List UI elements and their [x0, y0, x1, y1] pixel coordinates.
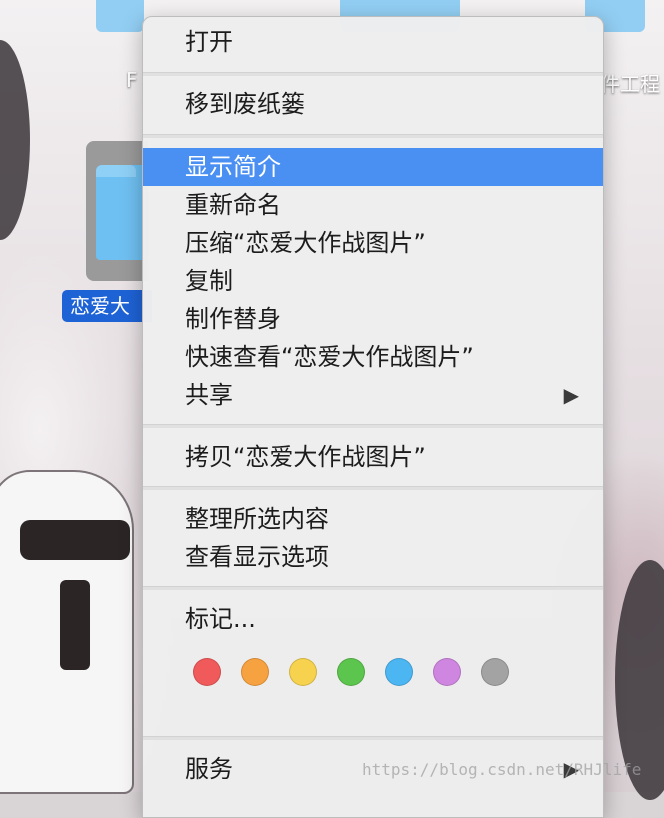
menu-item-compress[interactable]: 压缩“恋爱大作战图片”	[143, 224, 603, 262]
tag-orange[interactable]	[241, 658, 269, 686]
menu-item-share[interactable]: 共享 ▶	[143, 376, 603, 414]
background-art-ribbon-2	[60, 580, 90, 670]
menu-item-label: 标记...	[185, 605, 256, 633]
menu-separator	[143, 424, 603, 428]
menu-item-clean-up-selection[interactable]: 整理所选内容	[143, 500, 603, 538]
menu-item-show-view-options[interactable]: 查看显示选项	[143, 538, 603, 576]
menu-item-label: 查看显示选项	[185, 543, 329, 571]
tag-blue[interactable]	[385, 658, 413, 686]
desktop-folder-label-left: F	[126, 68, 138, 92]
menu-item-label: 快速查看“恋爱大作战图片”	[185, 343, 474, 371]
menu-item-label: 整理所选内容	[185, 505, 329, 533]
menu-item-make-alias[interactable]: 制作替身	[143, 300, 603, 338]
context-menu: 打开 移到废纸篓 显示简介 重新命名 压缩“恋爱大作战图片” 复制 制作替身 快…	[142, 16, 604, 818]
folder-icon[interactable]	[96, 165, 146, 260]
menu-item-quick-look[interactable]: 快速查看“恋爱大作战图片”	[143, 338, 603, 376]
menu-item-duplicate[interactable]: 复制	[143, 262, 603, 300]
menu-item-label: 打开	[185, 28, 233, 56]
tag-red[interactable]	[193, 658, 221, 686]
menu-item-move-to-trash[interactable]: 移到废纸篓	[143, 85, 603, 123]
tag-gray[interactable]	[481, 658, 509, 686]
desktop-folder-top-1[interactable]	[96, 0, 144, 32]
menu-item-label: 共享	[185, 381, 233, 409]
tag-yellow[interactable]	[289, 658, 317, 686]
menu-item-label: 拷贝“恋爱大作战图片”	[185, 443, 426, 471]
menu-separator	[143, 72, 603, 76]
menu-item-label: 复制	[185, 267, 233, 295]
menu-item-open[interactable]: 打开	[143, 23, 603, 61]
tag-purple[interactable]	[433, 658, 461, 686]
menu-item-copy[interactable]: 拷贝“恋爱大作战图片”	[143, 438, 603, 476]
menu-item-label: 显示简介	[185, 153, 281, 181]
menu-item-label: 制作替身	[185, 305, 281, 333]
menu-separator	[143, 736, 603, 740]
submenu-arrow-icon: ▶	[563, 383, 579, 407]
menu-item-label: 移到废纸篓	[185, 90, 305, 118]
menu-item-tags[interactable]: 标记...	[143, 600, 603, 638]
selected-file-label[interactable]: 恋爱大	[62, 290, 152, 322]
menu-item-label: 压缩“恋爱大作战图片”	[185, 229, 426, 257]
menu-separator	[143, 486, 603, 490]
tag-green[interactable]	[337, 658, 365, 686]
menu-item-label: 重新命名	[185, 191, 281, 219]
desktop-folder-label-right: 件工程	[600, 72, 660, 96]
menu-item-get-info[interactable]: 显示简介	[143, 148, 603, 186]
background-art-ribbon	[20, 520, 130, 560]
folder-tab-icon	[96, 165, 136, 177]
menu-separator	[143, 134, 603, 138]
watermark-text: https://blog.csdn.net/RHJlife	[362, 760, 642, 779]
menu-item-label: 服务	[185, 755, 233, 783]
menu-separator	[143, 586, 603, 590]
menu-item-rename[interactable]: 重新命名	[143, 186, 603, 224]
